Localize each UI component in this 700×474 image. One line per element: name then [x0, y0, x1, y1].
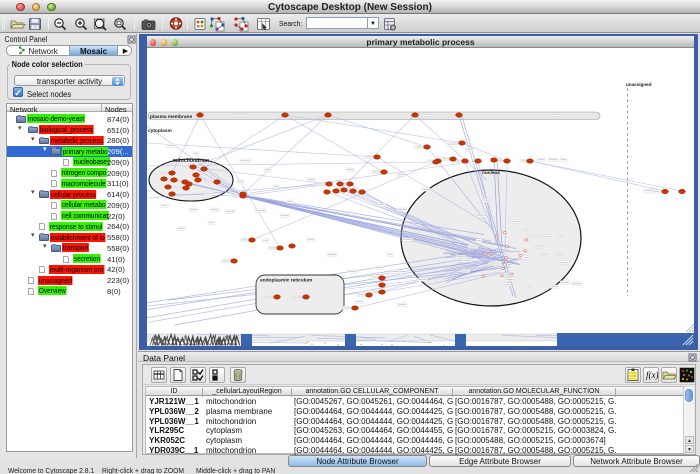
svg-text:endoplasmic reticulum: endoplasmic reticulum: [260, 278, 312, 284]
svg-text:cytoplasm: cytoplasm: [148, 128, 172, 134]
svg-text:plasma membrane: plasma membrane: [150, 114, 192, 120]
svg-text:f(x): f(x): [646, 370, 658, 380]
svg-text:mitochondrion: mitochondrion: [173, 158, 209, 164]
svg-text:unassigned: unassigned: [626, 82, 652, 87]
svg-text:nucleus: nucleus: [482, 170, 500, 176]
